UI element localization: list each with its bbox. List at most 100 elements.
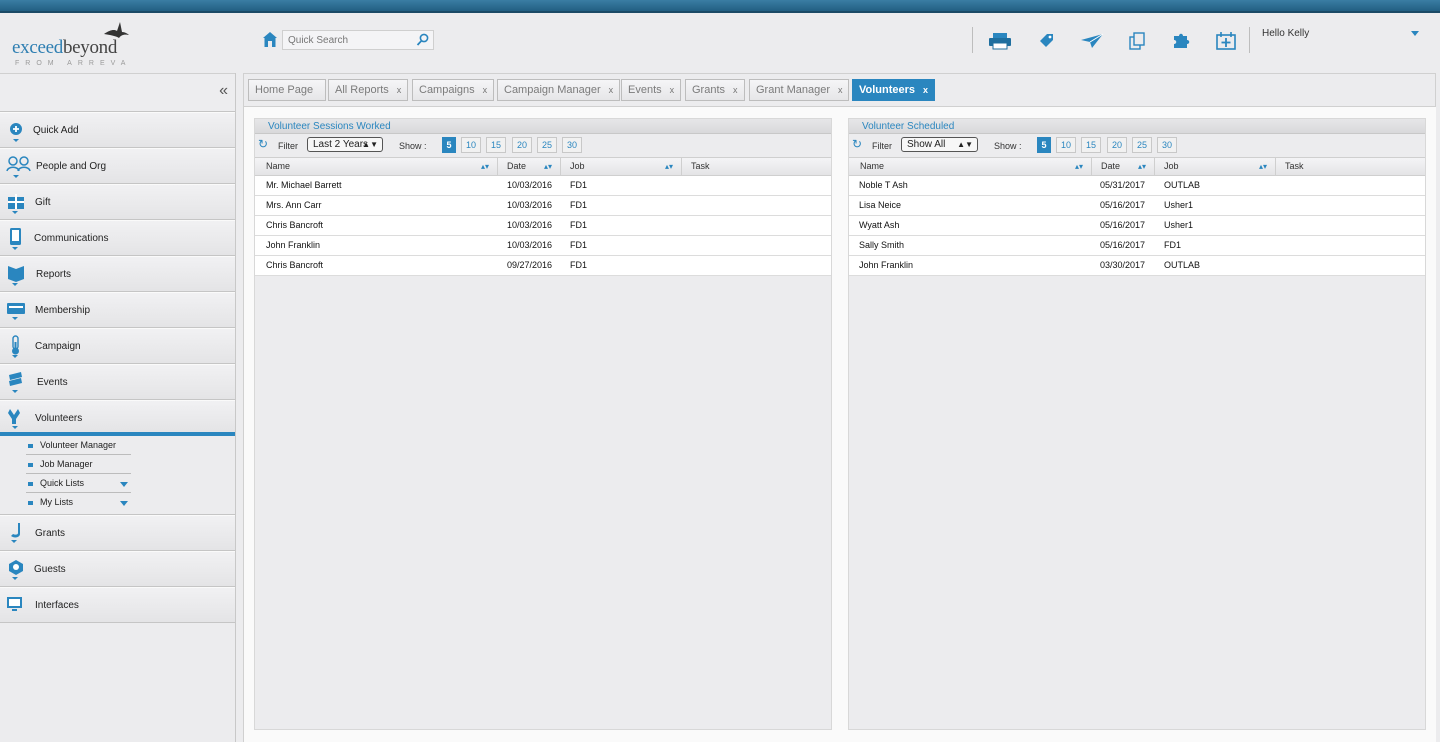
page-size-10[interactable]: 10 [461,137,481,153]
tag-icon[interactable] [1033,29,1059,53]
close-icon[interactable]: x [483,85,488,95]
page-size-15[interactable]: 15 [1081,137,1101,153]
table-row[interactable]: Chris Bancroft 09/27/2016 FD1 [255,256,831,276]
tab-label: Grants [692,84,726,96]
sidebar-item-interfaces[interactable]: Interfaces [0,587,235,623]
user-greeting[interactable]: Hello Kelly [1262,28,1309,39]
page-size-25[interactable]: 25 [1132,137,1152,153]
quick-search-input[interactable] [283,31,411,49]
tab-all-reports[interactable]: All Reports x [328,79,409,101]
add-calendar-icon[interactable] [1213,29,1239,53]
refresh-icon[interactable]: ↻ [258,137,268,151]
tab-bar: Home Page All Reports x Campaigns x Campai… [243,73,1436,107]
copy-icon[interactable] [1124,29,1150,53]
sort-icon[interactable]: ▴▾ [1138,158,1146,175]
column-header-name[interactable]: Name ▴▾ [852,158,1092,176]
column-label: Name [266,161,291,171]
close-icon[interactable]: x [609,85,614,95]
cell-name: Mr. Michael Barrett [266,180,342,190]
chevron-down-icon[interactable] [120,501,128,506]
logo-text-exceed: exceed [12,37,63,58]
table-row[interactable]: John Franklin 10/03/2016 FD1 [255,236,831,256]
tab-home-page[interactable]: Home Page [248,79,327,101]
sidebar-item-quick-add[interactable]: Quick Add [0,112,235,148]
filter-select[interactable]: Last 2 Years ▲▼ [307,137,383,152]
close-icon[interactable]: x [733,85,738,95]
cell-job: Usher1 [1164,220,1194,230]
sidebar-subitem-label: Quick Lists [40,478,85,488]
sidebar-item-events[interactable]: Events [0,364,235,400]
sort-icon[interactable]: ▴▾ [544,158,552,175]
close-icon[interactable]: x [838,85,843,95]
collapse-icon[interactable]: « [219,82,228,100]
column-header-name[interactable]: Name ▴▾ [258,158,498,176]
sidebar-item-volunteers[interactable]: Volunteers [0,400,235,436]
sidebar-item-communications[interactable]: Communications [0,220,235,256]
header-divider [972,27,973,53]
page-size-15[interactable]: 15 [486,137,506,153]
sidebar-subitem-my-lists[interactable]: My Lists [26,493,131,512]
column-header-job[interactable]: Job ▴▾ [1156,158,1276,176]
table-row[interactable]: Lisa Neice 05/16/2017 Usher1 [849,196,1425,216]
sort-icon[interactable]: ▴▾ [1075,158,1083,175]
sort-icon[interactable]: ▴▾ [481,158,489,175]
logo[interactable]: exceedbeyond FROM ARREVA [12,20,137,67]
refresh-icon[interactable]: ↻ [852,137,862,151]
page-size-20[interactable]: 20 [1107,137,1127,153]
sidebar-item-label: Campaign [35,341,81,352]
sidebar-item-gift[interactable]: Gift [0,184,235,220]
table-row[interactable]: Wyatt Ash 05/16/2017 Usher1 [849,216,1425,236]
column-header-date[interactable]: Date ▴▾ [1093,158,1155,176]
tab-grant-manager[interactable]: Grant Manager x [749,79,850,101]
page-size-30[interactable]: 30 [562,137,582,153]
sort-icon[interactable]: ▴▾ [665,158,673,175]
table-row[interactable]: Noble T Ash 05/31/2017 OUTLAB [849,176,1425,196]
page-size-10[interactable]: 10 [1056,137,1076,153]
page-size-25[interactable]: 25 [537,137,557,153]
tab-campaigns[interactable]: Campaigns x [412,79,495,101]
page-size-30[interactable]: 30 [1157,137,1177,153]
table-row[interactable]: Sally Smith 05/16/2017 FD1 [849,236,1425,256]
page-size-5[interactable]: 5 [442,137,456,153]
sidebar-item-campaign[interactable]: Campaign [0,328,235,364]
tab-label: Grant Manager [756,84,830,96]
column-label: Task [691,161,710,171]
sidebar-subitem-label: My Lists [40,497,74,507]
page-size-20[interactable]: 20 [512,137,532,153]
puzzle-icon[interactable] [1168,29,1194,53]
column-header-task[interactable]: Task [683,158,831,176]
close-icon[interactable]: x [923,85,928,95]
sidebar-subitem-volunteer-manager[interactable]: Volunteer Manager [26,436,131,455]
tab-events[interactable]: Events x [621,79,682,101]
home-icon[interactable] [262,31,278,48]
table-row[interactable]: Mrs. Ann Carr 10/03/2016 FD1 [255,196,831,216]
send-icon[interactable] [1079,29,1105,53]
tab-volunteers[interactable]: Volunteers x [852,79,936,101]
sidebar-item-grants[interactable]: Grants [0,515,235,551]
sort-icon[interactable]: ▴▾ [1259,158,1267,175]
sidebar-item-guests[interactable]: Guests [0,551,235,587]
sidebar-item-membership[interactable]: Membership [0,292,235,328]
close-icon[interactable]: x [397,85,402,95]
column-header-task[interactable]: Task [1277,158,1425,176]
sidebar-item-label: People and Org [36,161,107,172]
sidebar-item-people-and-org[interactable]: People and Org [0,148,235,184]
column-header-date[interactable]: Date ▴▾ [499,158,561,176]
sidebar-subitem-job-manager[interactable]: Job Manager [26,455,131,474]
page-size-5[interactable]: 5 [1037,137,1051,153]
table-row[interactable]: John Franklin 03/30/2017 OUTLAB [849,256,1425,276]
search-icon[interactable] [416,33,429,47]
filter-label: Filter [278,141,298,151]
filter-select[interactable]: Show All ▲▼ [901,137,978,152]
table-row[interactable]: Mr. Michael Barrett 10/03/2016 FD1 [255,176,831,196]
sidebar-subitem-quick-lists[interactable]: Quick Lists [26,474,131,493]
chevron-down-icon[interactable] [120,482,128,487]
print-icon[interactable] [987,29,1013,53]
chevron-down-icon[interactable] [1411,31,1419,36]
tab-campaign-manager[interactable]: Campaign Manager x [497,79,621,101]
sidebar-item-reports[interactable]: Reports [0,256,235,292]
close-icon[interactable]: x [670,85,675,95]
table-row[interactable]: Chris Bancroft 10/03/2016 FD1 [255,216,831,236]
column-header-job[interactable]: Job ▴▾ [562,158,682,176]
tab-grants[interactable]: Grants x [685,79,745,101]
